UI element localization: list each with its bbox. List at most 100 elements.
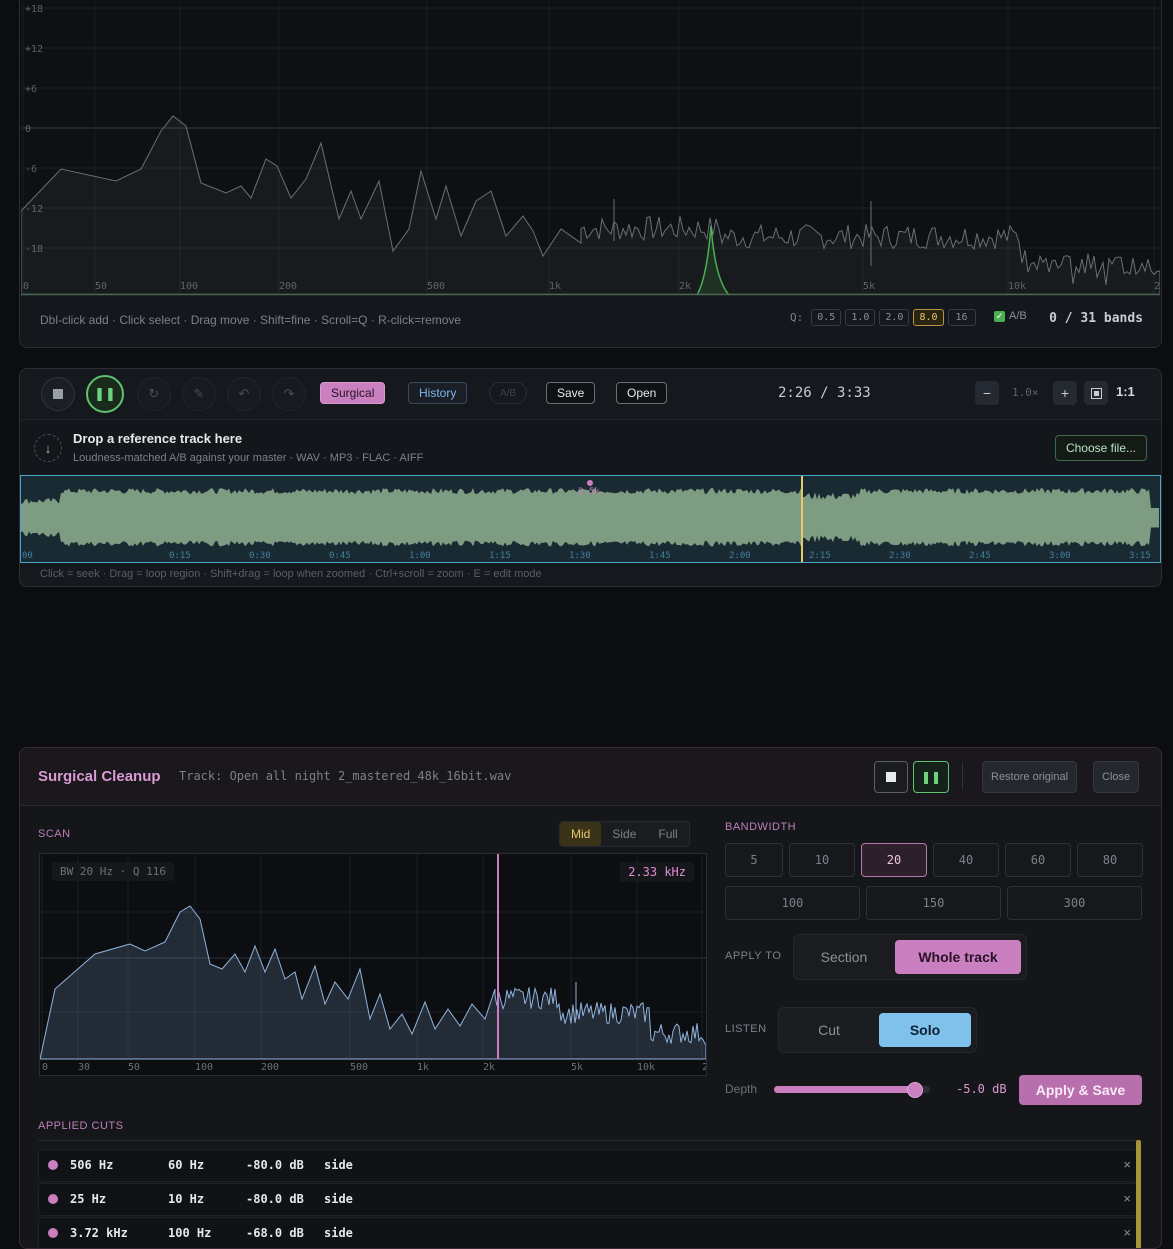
surgical-pause-button[interactable]: ❚❚ (913, 761, 949, 793)
zoom-1to1-button[interactable]: 1:1 (1116, 384, 1135, 399)
transport-toolbar: ❚❚ ↻ ✎ ↶ ↷ Surgical History A/B Save Ope… (20, 369, 1161, 419)
remove-cut-icon[interactable]: × (1123, 1225, 1131, 1240)
apply-section-option[interactable]: Section (800, 940, 888, 974)
waveform-time-tick: 3:15 (1129, 551, 1151, 561)
waveform[interactable]: 00 0:15 0:30 0:45 1:00 1:15 1:30 1:45 2:00 2:15 2:… (20, 475, 1161, 563)
undo-icon: ↶ (238, 386, 250, 401)
bands-count: 0 / 31 bands (1049, 311, 1143, 326)
waveform-time-tick: 2:00 (729, 551, 751, 561)
cut-frequency: 3.72 kHz (70, 1226, 128, 1240)
download-arrow-icon: ↓ (34, 434, 62, 462)
scan-tab-mid[interactable]: Mid (560, 822, 602, 846)
apply-whole-track-option[interactable]: Whole track (895, 940, 1021, 974)
ab-toggle[interactable]: ✓ A/B (994, 310, 1027, 322)
scan-freq-tick: 20 (702, 1062, 706, 1073)
cut-row[interactable]: 25 Hz 10 Hz -80.0 dB side × (38, 1183, 1138, 1216)
loop-button[interactable]: ↻ (137, 377, 171, 411)
scan-spectrum-svg[interactable]: 0 30 50 100 200 500 1k 2k 5k 10k 20 (40, 854, 706, 1075)
scan-label: SCAN (38, 828, 71, 840)
bandwidth-option-20[interactable]: 20 (861, 843, 927, 877)
bandwidth-option-5[interactable]: 5 (725, 843, 783, 877)
transport-panel: ❚❚ ↻ ✎ ↶ ↷ Surgical History A/B Save Ope… (19, 368, 1162, 587)
apply-to-label: APPLY TO (725, 950, 782, 962)
q-option-0.5[interactable]: 0.5 (811, 309, 842, 326)
q-option-2.0[interactable]: 2.0 (879, 309, 910, 326)
waveform-time-tick: 00 (22, 551, 33, 561)
scan-freq-tick: 1k (417, 1062, 429, 1073)
open-button[interactable]: Open (616, 382, 668, 404)
history-button[interactable]: History (408, 382, 468, 404)
scan-tab-full[interactable]: Full (647, 822, 688, 846)
apply-save-button[interactable]: Apply & Save (1019, 1075, 1142, 1105)
zoom-in-button[interactable]: + (1053, 381, 1077, 405)
cut-color-dot (48, 1160, 58, 1170)
depth-slider[interactable] (774, 1082, 930, 1098)
pause-button[interactable]: ❚❚ (86, 375, 124, 413)
bandwidth-option-10[interactable]: 10 (789, 843, 855, 877)
bandwidth-option-150[interactable]: 150 (866, 886, 1001, 920)
redo-button[interactable]: ↷ (272, 377, 306, 411)
ab-compare-button[interactable]: A/B (489, 382, 527, 404)
surgical-track-name: Track: Open all night 2_mastered_48k_16b… (179, 769, 512, 783)
depth-slider-thumb[interactable] (907, 1082, 924, 1098)
cut-gain: -80.0 dB (246, 1192, 304, 1206)
eq-spectrum-graph[interactable]: +18+12+60-6-12-180501002005001k2k5k10k2 (21, 1, 1160, 295)
edit-button[interactable]: ✎ (182, 377, 216, 411)
ab-label: A/B (1009, 310, 1027, 322)
eq-analyzer-panel: +18+12+60-6-12-180501002005001k2k5k10k2 … (19, 0, 1162, 348)
zoom-out-button[interactable]: − (975, 381, 999, 405)
stop-button[interactable] (41, 377, 75, 411)
q-option-1.0[interactable]: 1.0 (845, 309, 876, 326)
surgical-header: Surgical Cleanup Track: Open all night 2… (20, 748, 1161, 806)
scan-freq-tick: 500 (350, 1062, 368, 1073)
cut-row[interactable]: 3.72 kHz 100 Hz -68.0 dB side × (38, 1217, 1138, 1248)
surgical-title: Surgical Cleanup (38, 768, 161, 785)
remove-cut-icon[interactable]: × (1123, 1157, 1131, 1172)
choose-file-button[interactable]: Choose file... (1054, 435, 1147, 461)
scan-freq-tick: 30 (78, 1062, 90, 1073)
eq-footer: Dbl-click add · Click select · Drag move… (20, 295, 1161, 347)
bandwidth-option-80[interactable]: 80 (1077, 843, 1143, 877)
eq-spectrum-curve (21, 115, 1160, 295)
close-button[interactable]: Close (1093, 761, 1140, 793)
eq-db-tick: +12 (25, 44, 43, 55)
cut-bandwidth: 10 Hz (168, 1192, 205, 1206)
save-button[interactable]: Save (546, 382, 596, 404)
undo-button[interactable]: ↶ (227, 377, 261, 411)
bandwidth-option-60[interactable]: 60 (1005, 843, 1071, 877)
stop-icon (886, 772, 896, 782)
scan-freq-tick: 2k (483, 1062, 495, 1073)
listen-label: LISTEN (725, 1023, 767, 1035)
bandwidth-option-300[interactable]: 300 (1007, 886, 1142, 920)
pencil-icon: ✎ (193, 386, 205, 401)
cuts-scrollbar[interactable] (1136, 1140, 1141, 1248)
reference-drop-zone[interactable]: ↓ Drop a reference track here Loudness-m… (20, 419, 1161, 475)
remove-cut-icon[interactable]: × (1123, 1191, 1131, 1206)
scan-spectrum[interactable]: 0 30 50 100 200 500 1k 2k 5k 10k 20 BW 20 Hz · Q 1… (39, 853, 707, 1076)
checkbox-checked-icon[interactable]: ✓ (994, 310, 1005, 322)
surgical-stop-button[interactable] (874, 761, 908, 793)
eq-db-tick: +18 (25, 4, 43, 15)
q-option-16[interactable]: 16 (947, 309, 976, 326)
cut-gain: -80.0 dB (246, 1158, 304, 1172)
stop-icon (53, 389, 63, 399)
bandwidth-option-100[interactable]: 100 (725, 886, 860, 920)
cut-row[interactable]: 506 Hz 60 Hz -80.0 dB side × (38, 1149, 1138, 1182)
waveform-time-tick: 0:30 (249, 551, 271, 561)
cut-channel: side (324, 1192, 353, 1206)
bandwidth-option-40[interactable]: 40 (933, 843, 999, 877)
cut-marker-dot (587, 480, 593, 486)
scan-tab-side[interactable]: Side (601, 822, 647, 846)
divider (962, 762, 963, 790)
waveform-time-tick: 0:15 (169, 551, 191, 561)
restore-original-button[interactable]: Restore original (982, 761, 1078, 793)
listen-solo-option[interactable]: Solo (879, 1013, 971, 1047)
q-option-8.0[interactable]: 8.0 (913, 309, 944, 326)
listen-cut-option[interactable]: Cut (785, 1013, 873, 1047)
scan-freq-tick: 200 (261, 1062, 279, 1073)
waveform-svg[interactable]: 00 0:15 0:30 0:45 1:00 1:15 1:30 1:45 2:00 2:15 2:… (21, 476, 1160, 562)
zoom-fit-button[interactable] (1084, 381, 1108, 405)
surgical-button[interactable]: Surgical (320, 382, 386, 404)
waveform-time-tick: 0:45 (329, 551, 351, 561)
applied-cuts-label: APPLIED CUTS (38, 1120, 124, 1132)
